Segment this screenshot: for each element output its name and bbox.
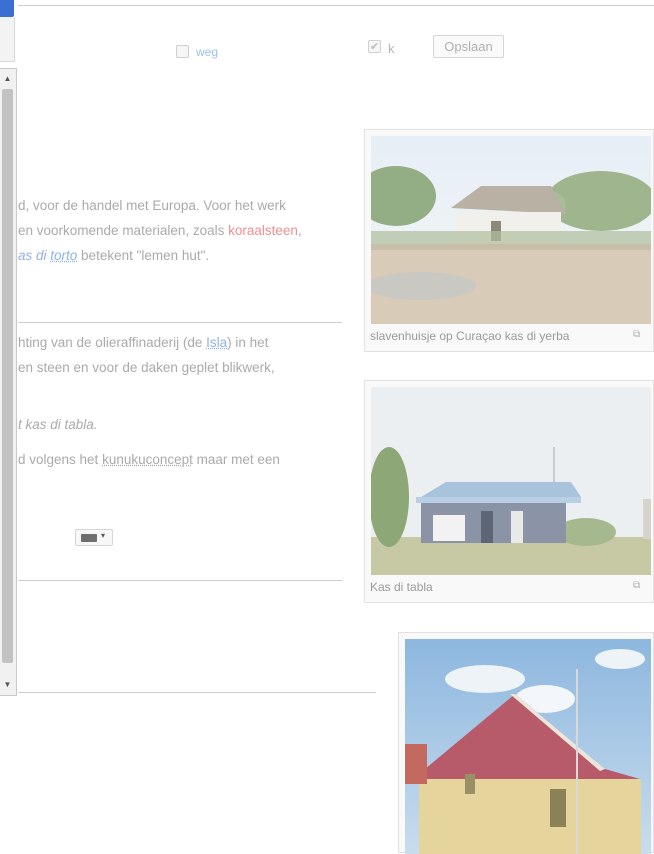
figure-1-caption: slavenhuisje op Curaçao kas di yerba: [370, 329, 570, 343]
k-label: k: [388, 41, 395, 56]
weg-label[interactable]: weg: [196, 45, 218, 59]
p2-line-3: t kas di tabla.: [18, 417, 98, 432]
link-kunukuconcept[interactable]: kunukuconcept: [102, 452, 193, 467]
check-icon: ✔: [369, 41, 380, 53]
section-divider-2: [18, 580, 342, 581]
top-divider: [18, 5, 654, 6]
panel-body: [0, 17, 15, 62]
figure-2-caption: Kas di tabla: [370, 580, 433, 594]
link-koraalsteen[interactable]: koraalsteen: [228, 223, 298, 238]
figure-kas-di-tabla: Kas di tabla ⧉: [364, 380, 654, 603]
link-torto[interactable]: torto: [50, 248, 77, 263]
slave-house-image[interactable]: [371, 136, 651, 324]
keyboard-icon: [81, 534, 97, 542]
magnify-icon[interactable]: ⧉: [633, 329, 640, 340]
k-checkbox[interactable]: ✔: [368, 40, 381, 53]
keyboard-button[interactable]: ▾: [75, 529, 113, 546]
figure-red-roof-house: [398, 632, 654, 854]
save-button[interactable]: Opslaan: [433, 35, 504, 58]
chevron-down-icon: ▾: [101, 531, 106, 540]
p2-line-4: d volgens het kunukuconcept maar met een: [18, 452, 280, 467]
p1-line-3: as di torto betekent "lemen hut".: [18, 248, 210, 263]
p1-line-2: en voorkomende materialen, zoals koraals…: [18, 223, 302, 238]
panel-header-button[interactable]: [0, 0, 14, 17]
scrollbar-thumb[interactable]: [2, 89, 13, 663]
weg-checkbox[interactable]: [176, 45, 189, 58]
section-divider-3: [18, 692, 376, 693]
p2-line-2: en steen en voor de daken geplet blikwer…: [18, 360, 275, 375]
link-isla[interactable]: Isla: [206, 335, 227, 350]
scroll-down-icon[interactable]: ▼: [0, 679, 15, 691]
p1-line-1: d, voor de handel met Europa. Voor het w…: [18, 198, 286, 213]
vertical-scrollbar[interactable]: ▲ ▼: [0, 68, 17, 696]
section-divider-1: [18, 322, 342, 323]
side-panel: ▲ ▼: [0, 0, 18, 697]
kas-di-tabla-image[interactable]: [371, 387, 651, 575]
magnify-icon[interactable]: ⧉: [633, 580, 640, 591]
red-roof-house-image[interactable]: [405, 639, 651, 854]
p2-line-1: hting van de olieraffinaderij (de Isla) …: [18, 335, 269, 350]
scroll-up-icon[interactable]: ▲: [0, 73, 15, 85]
figure-slavenhuisje: slavenhuisje op Curaçao kas di yerba ⧉: [364, 129, 654, 352]
